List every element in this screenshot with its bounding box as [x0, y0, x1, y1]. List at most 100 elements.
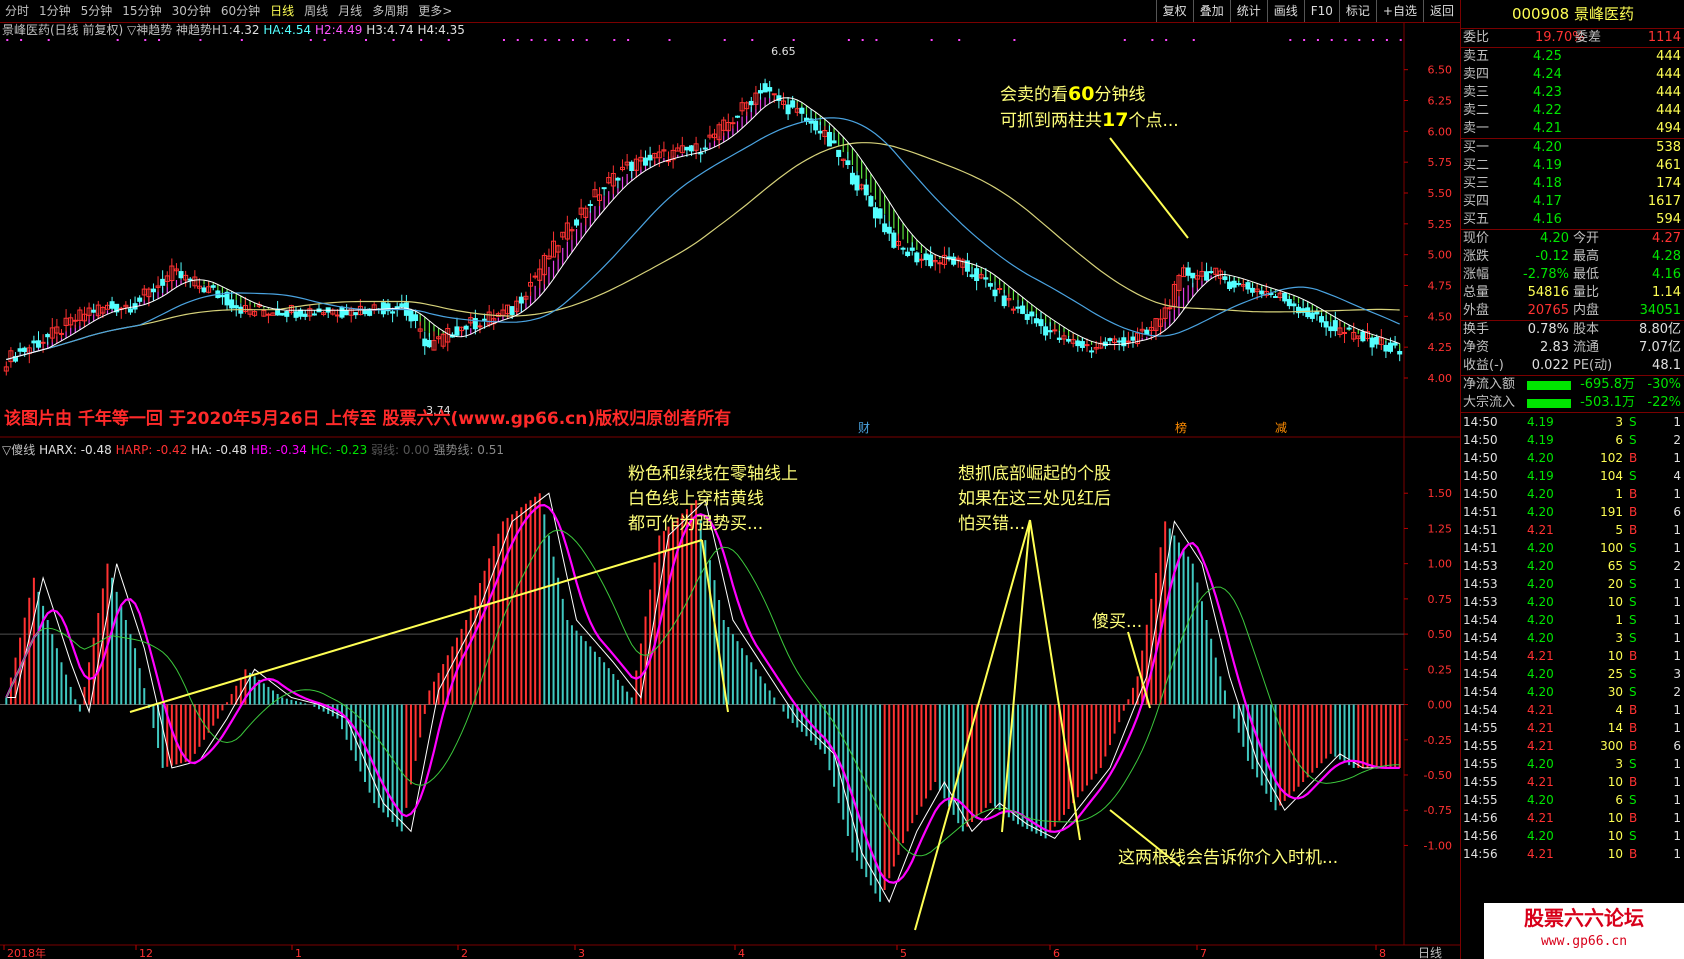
candle-body — [730, 122, 736, 125]
tick-row[interactable]: 14:50 4.20 102 B 1 — [1461, 449, 1684, 467]
candle-body — [17, 348, 23, 352]
osc-magenta-line — [5, 503, 1400, 884]
candle-body — [1397, 351, 1403, 355]
candle-body — [509, 306, 515, 315]
candle-body — [1309, 312, 1315, 319]
candle-body — [877, 208, 883, 219]
candle-body — [863, 184, 869, 196]
signal-dot — [530, 39, 533, 41]
candle-body — [72, 319, 78, 322]
stock-name: 景峰医药 — [1574, 5, 1635, 23]
stat-row-1: 涨跌 -0.12 最高 4.28 — [1463, 249, 1681, 264]
tick-row[interactable]: 14:50 4.19 6 S 2 — [1461, 431, 1684, 449]
bid-row-4: 买五 4.16 594 — [1463, 212, 1681, 227]
signal-dot — [1399, 39, 1402, 41]
tick-row[interactable]: 14:50 4.19 3 S 1 — [1461, 413, 1684, 431]
stock-code: 000908 — [1511, 5, 1570, 23]
tick-row[interactable]: 14:51 4.20 100 S 1 — [1461, 539, 1684, 557]
candle-body — [298, 309, 304, 317]
candle-body — [1075, 340, 1081, 347]
candle-body — [1130, 336, 1136, 341]
tick-row[interactable]: 14:53 4.20 10 S 1 — [1461, 593, 1684, 611]
candle-body — [684, 146, 690, 151]
candle-body — [826, 131, 832, 147]
osc-axis-label: -0.25 — [1424, 734, 1452, 747]
candle-body — [31, 340, 37, 344]
candle-body — [785, 104, 791, 115]
annotation-60min: 会卖的看60分钟线 可抓到两柱共17个点... — [1000, 83, 1179, 131]
event-mark: 榜 — [1175, 420, 1187, 435]
tick-row[interactable]: 14:54 4.20 25 S 3 — [1461, 665, 1684, 683]
signal-dot — [1123, 39, 1126, 41]
date-axis-label: 4 — [738, 947, 745, 959]
signal-dot — [20, 39, 23, 41]
candle-body — [1388, 342, 1394, 352]
signal-dot — [392, 39, 395, 41]
tick-row[interactable]: 14:50 4.19 104 S 4 — [1461, 467, 1684, 485]
candle-body — [1328, 326, 1334, 332]
ask-row-0: 卖五 4.25 444 — [1463, 49, 1681, 64]
tick-row[interactable]: 14:56 4.21 10 B 1 — [1461, 809, 1684, 827]
signal-dot — [861, 39, 864, 41]
annotation-bottom-rise: 想抓底部崛起的个股 如果在这三处见红后 怕买错... — [958, 464, 1111, 534]
flow-row-0: 净流入额 -695.8万 -30% — [1463, 377, 1681, 392]
candle-body — [1291, 303, 1297, 307]
tick-row[interactable]: 14:55 4.21 300 B 6 — [1461, 737, 1684, 755]
tick-row[interactable]: 14:55 4.20 3 S 1 — [1461, 755, 1684, 773]
bid-row-0: 买一 4.20 538 — [1463, 140, 1681, 155]
candle-body — [1029, 311, 1035, 317]
tick-row[interactable]: 14:53 4.20 20 S 1 — [1461, 575, 1684, 593]
signal-dot — [930, 39, 933, 41]
candle-body — [1227, 281, 1233, 290]
candle-body — [187, 278, 193, 281]
candle-body — [463, 325, 469, 330]
stat-row-0: 现价 4.20 今开 4.27 — [1463, 231, 1681, 246]
tick-row[interactable]: 14:56 4.20 10 S 1 — [1461, 827, 1684, 845]
candle-body — [1208, 271, 1214, 274]
signal-dot — [558, 39, 561, 41]
candle-body — [454, 326, 460, 336]
candle-body — [109, 301, 115, 309]
candle-body — [1107, 338, 1113, 342]
logo-url: www.gp66.cn — [1540, 934, 1628, 949]
signal-dot — [1330, 39, 1333, 41]
candle-body — [1033, 318, 1039, 324]
signal-dot — [751, 39, 754, 41]
price-axis-label: 5.75 — [1428, 156, 1453, 169]
candle-body — [477, 325, 483, 328]
tick-row[interactable]: 14:55 4.21 10 B 1 — [1461, 773, 1684, 791]
stats-block: 现价 4.20 今开 4.27 涨跌 -0.12 最高 4.28 涨幅 -2.78% 最低 4.16 总… — [1461, 230, 1684, 321]
tick-row[interactable]: 14:54 4.20 30 S 2 — [1461, 683, 1684, 701]
signal-dot — [544, 39, 547, 41]
tick-row[interactable]: 14:54 4.20 3 S 1 — [1461, 629, 1684, 647]
candle-body — [422, 338, 428, 347]
tick-row[interactable]: 14:55 4.21 14 B 1 — [1461, 719, 1684, 737]
flows-block: 净流入额 -695.8万 -30% 大宗流入 -503.1万 -22% — [1461, 376, 1684, 413]
osc-green-line — [5, 529, 1400, 857]
candle-body — [1231, 280, 1237, 288]
tick-row[interactable]: 14:54 4.21 4 B 1 — [1461, 701, 1684, 719]
trend-fill — [10, 97, 1401, 359]
tick-row[interactable]: 14:51 4.20 191 B 6 — [1461, 503, 1684, 521]
tick-row[interactable]: 14:55 4.20 6 S 1 — [1461, 791, 1684, 809]
tick-row[interactable]: 14:53 4.20 65 S 2 — [1461, 557, 1684, 575]
bid-row-1: 买二 4.19 461 — [1463, 158, 1681, 173]
candle-body — [311, 313, 317, 316]
candle-body — [886, 226, 892, 234]
tick-row[interactable]: 14:56 4.21 10 B 1 — [1461, 845, 1684, 863]
tick-row[interactable]: 14:54 4.21 10 B 1 — [1461, 647, 1684, 665]
candle-body — [1010, 308, 1016, 311]
candle-body — [1259, 290, 1265, 295]
candle-body — [854, 175, 860, 191]
tick-list[interactable]: 14:50 4.19 3 S 1 14:50 4.19 6 S 2 14:50 4.20 102 B 1 14… — [1461, 413, 1684, 863]
tick-row[interactable]: 14:50 4.20 1 B 1 — [1461, 485, 1684, 503]
candle-body — [1116, 340, 1122, 343]
price-axis-label: 6.25 — [1428, 95, 1453, 108]
tick-row[interactable]: 14:51 4.21 5 B 1 — [1461, 521, 1684, 539]
tick-row[interactable]: 14:54 4.20 1 S 1 — [1461, 611, 1684, 629]
date-axis-label: 1 — [295, 947, 302, 959]
candle-body — [1047, 330, 1053, 333]
annotation-buy: 傻买... — [1092, 612, 1143, 632]
candle-body — [882, 223, 888, 233]
signal-dot — [1192, 39, 1195, 41]
